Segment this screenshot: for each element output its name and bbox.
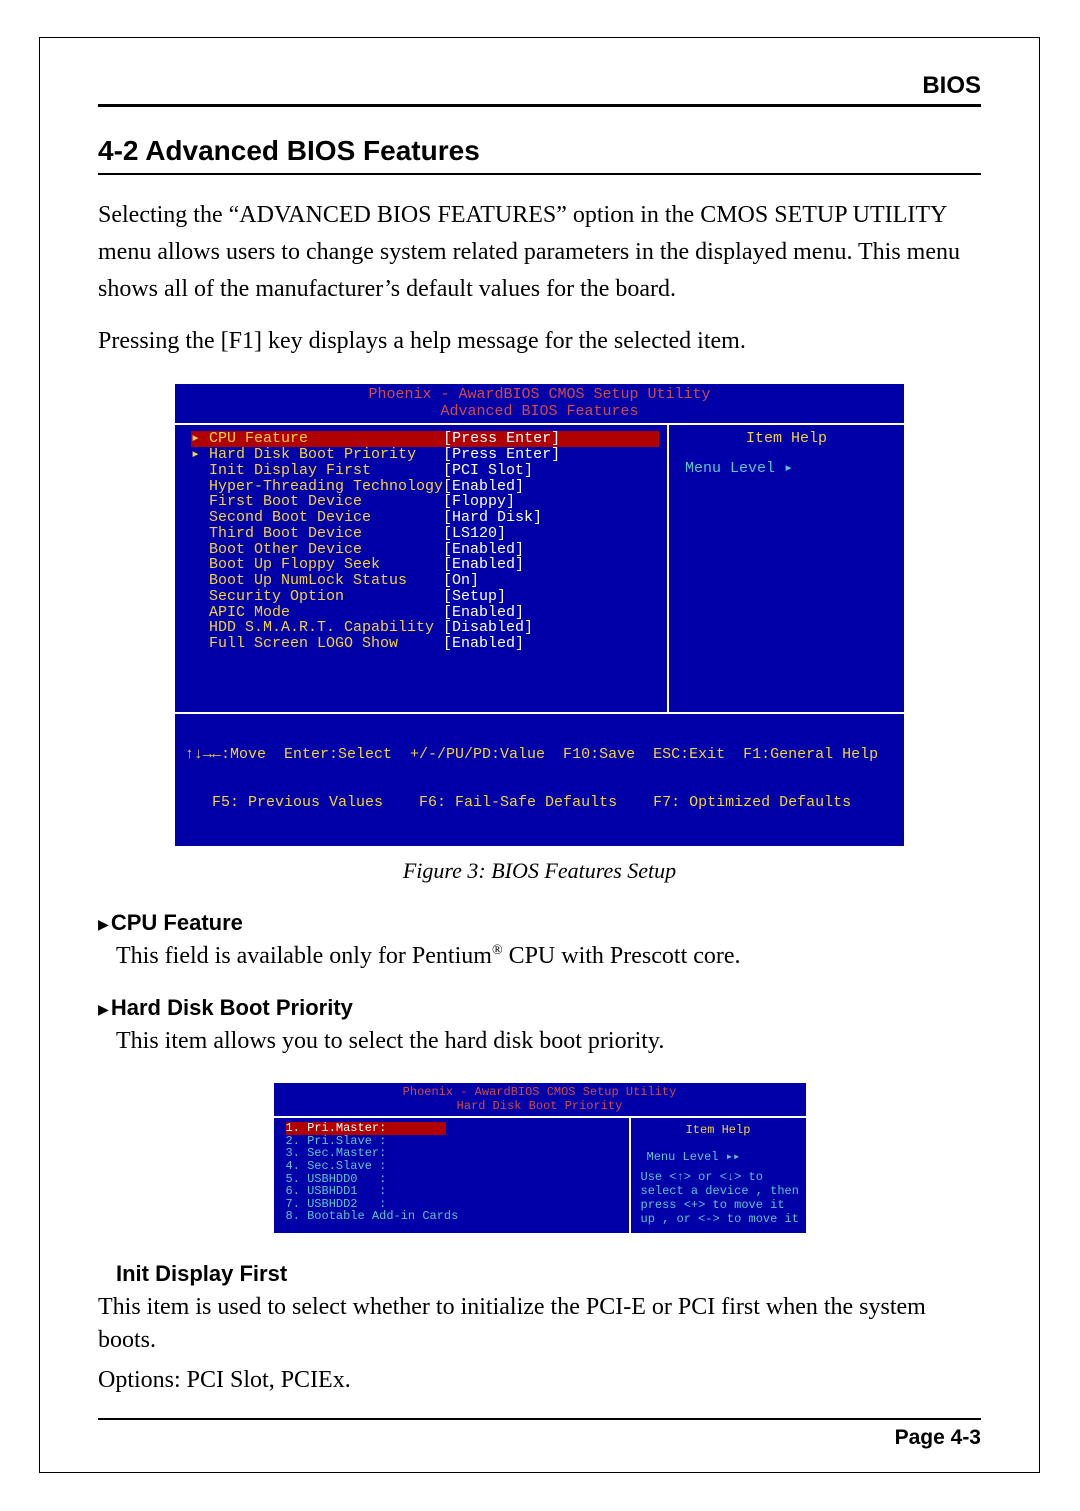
page-number: Page 4-3 [98,1418,981,1450]
bios-title: Phoenix - AwardBIOS CMOS Setup Utility [175,384,904,404]
bios2-row[interactable]: 6. USBHDD1 : [286,1185,623,1198]
bios2-title: Phoenix - AwardBIOS CMOS Setup Utility [274,1083,806,1100]
bios-row[interactable]: Init Display First [PCI Slot] [191,463,659,479]
bios-row[interactable]: ▸ CPU Feature [Press Enter] [191,431,659,447]
intro-paragraph-1: Selecting the “ADVANCED BIOS FEATURES” o… [98,197,981,309]
item-cpu-feature-title: ▶CPU Feature [98,910,981,936]
bios2-menu-level: Menu Level ▸▸ [637,1151,800,1164]
bios-row[interactable]: Boot Up Floppy Seek [Enabled] [191,557,659,573]
item-hd-boot-text: This item allows you to select the hard … [116,1025,981,1059]
bios-right-pane: Item Help Menu Level ▸ [669,425,904,712]
page-frame: BIOS 4-2 Advanced BIOS Features Selectin… [39,37,1040,1473]
bios2-subtitle: Hard Disk Boot Priority [274,1100,806,1117]
item-init-display-title: Init Display First [116,1261,981,1287]
bios-row[interactable]: Hyper-Threading Technology[Enabled] [191,479,659,495]
bios-left-pane: ▸ CPU Feature [Press Enter]▸ Hard Disk B… [175,425,669,712]
bios-screenshot-main: Phoenix - AwardBIOS CMOS Setup Utility A… [173,382,906,848]
page-header: BIOS [98,72,981,107]
bios-row[interactable]: Third Boot Device [LS120] [191,526,659,542]
section-title: 4-2 Advanced BIOS Features [98,135,981,175]
bios2-left-pane: 1. Pri.Master:2. Pri.Slave :3. Sec.Maste… [274,1118,631,1232]
figure-caption: Figure 3: BIOS Features Setup [98,858,981,884]
bios-item-help-label: Item Help [675,431,898,447]
intro-paragraph-2: Pressing the [F1] key displays a help me… [98,323,981,360]
bios2-help-text: Use <↑> or <↓> to select a device , then… [637,1171,800,1226]
bios-row[interactable]: First Boot Device [Floppy] [191,494,659,510]
bios2-right-pane: Item Help Menu Level ▸▸ Use <↑> or <↓> t… [631,1118,806,1232]
item-cpu-feature-text: This field is available only for Pentium… [116,940,981,974]
bios-footer: ↑↓→←:Move Enter:Select +/-/PU/PD:Value F… [175,712,904,846]
bios-row[interactable]: ▸ Hard Disk Boot Priority [Press Enter] [191,447,659,463]
bios-row[interactable]: Full Screen LOGO Show [Enabled] [191,636,659,652]
bios2-row[interactable]: 8. Bootable Add-in Cards [286,1210,623,1223]
bios-screenshot-hdboot: Phoenix - AwardBIOS CMOS Setup Utility H… [272,1081,808,1235]
bios-row[interactable]: Second Boot Device [Hard Disk] [191,510,659,526]
bios-footer-line2: F5: Previous Values F6: Fail-Safe Defaul… [185,795,894,811]
bios2-item-help-label: Item Help [637,1124,800,1137]
bios-menu-level: Menu Level ▸ [675,461,898,477]
bios-subtitle: Advanced BIOS Features [175,404,904,424]
bios2-row[interactable]: 4. Sec.Slave : [286,1160,623,1173]
bios-row[interactable]: HDD S.M.A.R.T. Capability [Disabled] [191,620,659,636]
item-hd-boot-title: ▶Hard Disk Boot Priority [98,995,981,1021]
bios-row[interactable]: APIC Mode [Enabled] [191,605,659,621]
item-init-display-options: Options: PCI Slot, PCIEx. [98,1364,981,1398]
bios-row[interactable]: Boot Other Device [Enabled] [191,542,659,558]
bios2-row[interactable]: 1. Pri.Master: [286,1122,447,1135]
bios-row[interactable]: Boot Up NumLock Status [On] [191,573,659,589]
triangle-icon: ▶ [98,916,109,936]
bios-row[interactable]: Security Option [Setup] [191,589,659,605]
item-init-display-text: This item is used to select whether to i… [98,1291,981,1358]
bios-footer-line1: ↑↓→←:Move Enter:Select +/-/PU/PD:Value F… [185,747,894,763]
triangle-icon: ▶ [98,1001,109,1021]
